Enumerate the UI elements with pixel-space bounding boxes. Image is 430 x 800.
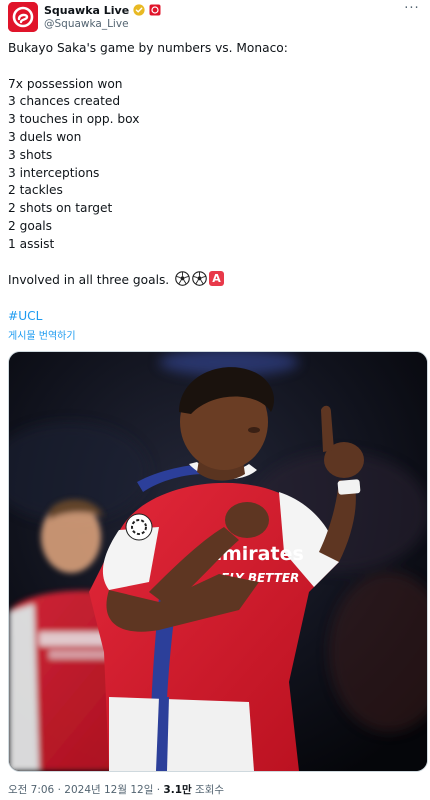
- stat-line: 3 chances created: [8, 94, 121, 109]
- stat-line: 2 goals: [8, 218, 53, 233]
- tweet-header: Squawka Live @Squawka_Live ···: [8, 2, 422, 38]
- stat-line: 3 shots: [8, 147, 53, 162]
- summary-text: Involved in all three goals.: [8, 273, 170, 288]
- handle[interactable]: @Squawka_Live: [44, 18, 129, 30]
- post-time[interactable]: 오전 7:06: [8, 784, 54, 796]
- post-date[interactable]: 2024년 12월 12일: [64, 784, 153, 796]
- soccer-ball-icon: [192, 271, 207, 287]
- separator: ·: [57, 784, 61, 796]
- tweet-text: Bukayo Saka's game by numbers vs. Monaco…: [8, 40, 422, 344]
- soccer-ball-icon: [175, 271, 190, 287]
- tweet-summary: Involved in all three goals. A: [8, 271, 422, 290]
- hashtag-link[interactable]: #UCL: [8, 308, 422, 326]
- stat-line: 1 assist: [8, 236, 55, 251]
- separator: ·: [156, 784, 161, 796]
- avatar[interactable]: [8, 2, 38, 32]
- views-label: 조회수: [195, 784, 225, 796]
- display-name[interactable]: Squawka Live: [44, 4, 129, 17]
- stat-line: 3 duels won: [8, 129, 82, 144]
- views-count: 3.1만: [163, 784, 192, 796]
- more-options-icon[interactable]: ···: [402, 2, 422, 18]
- tweet-photo[interactable]: Emirates FLY BETTER: [8, 351, 428, 772]
- stat-line: 7x possession won: [8, 76, 123, 91]
- stat-line: 2 shots on target: [8, 201, 113, 216]
- emoji-row: A: [175, 271, 225, 287]
- stat-line: 2 tackles: [8, 183, 63, 198]
- stat-line: 3 touches in opp. box: [8, 112, 140, 127]
- verified-badge-icon: [133, 4, 145, 16]
- translate-post-link[interactable]: 게시물 번역하기: [8, 330, 422, 344]
- tweet-intro: Bukayo Saka's game by numbers vs. Monaco…: [8, 41, 288, 55]
- letter-a-emoji-icon: A: [209, 271, 225, 287]
- player-celebration-photo: Emirates FLY BETTER: [9, 352, 427, 771]
- stat-line: 3 interceptions: [8, 165, 100, 180]
- tweet-footer: 오전 7:06 · 2024년 12월 12일 · 3.1만 조회수: [8, 782, 224, 797]
- name-row: Squawka Live: [44, 2, 161, 18]
- affiliate-badge-icon[interactable]: [149, 4, 161, 16]
